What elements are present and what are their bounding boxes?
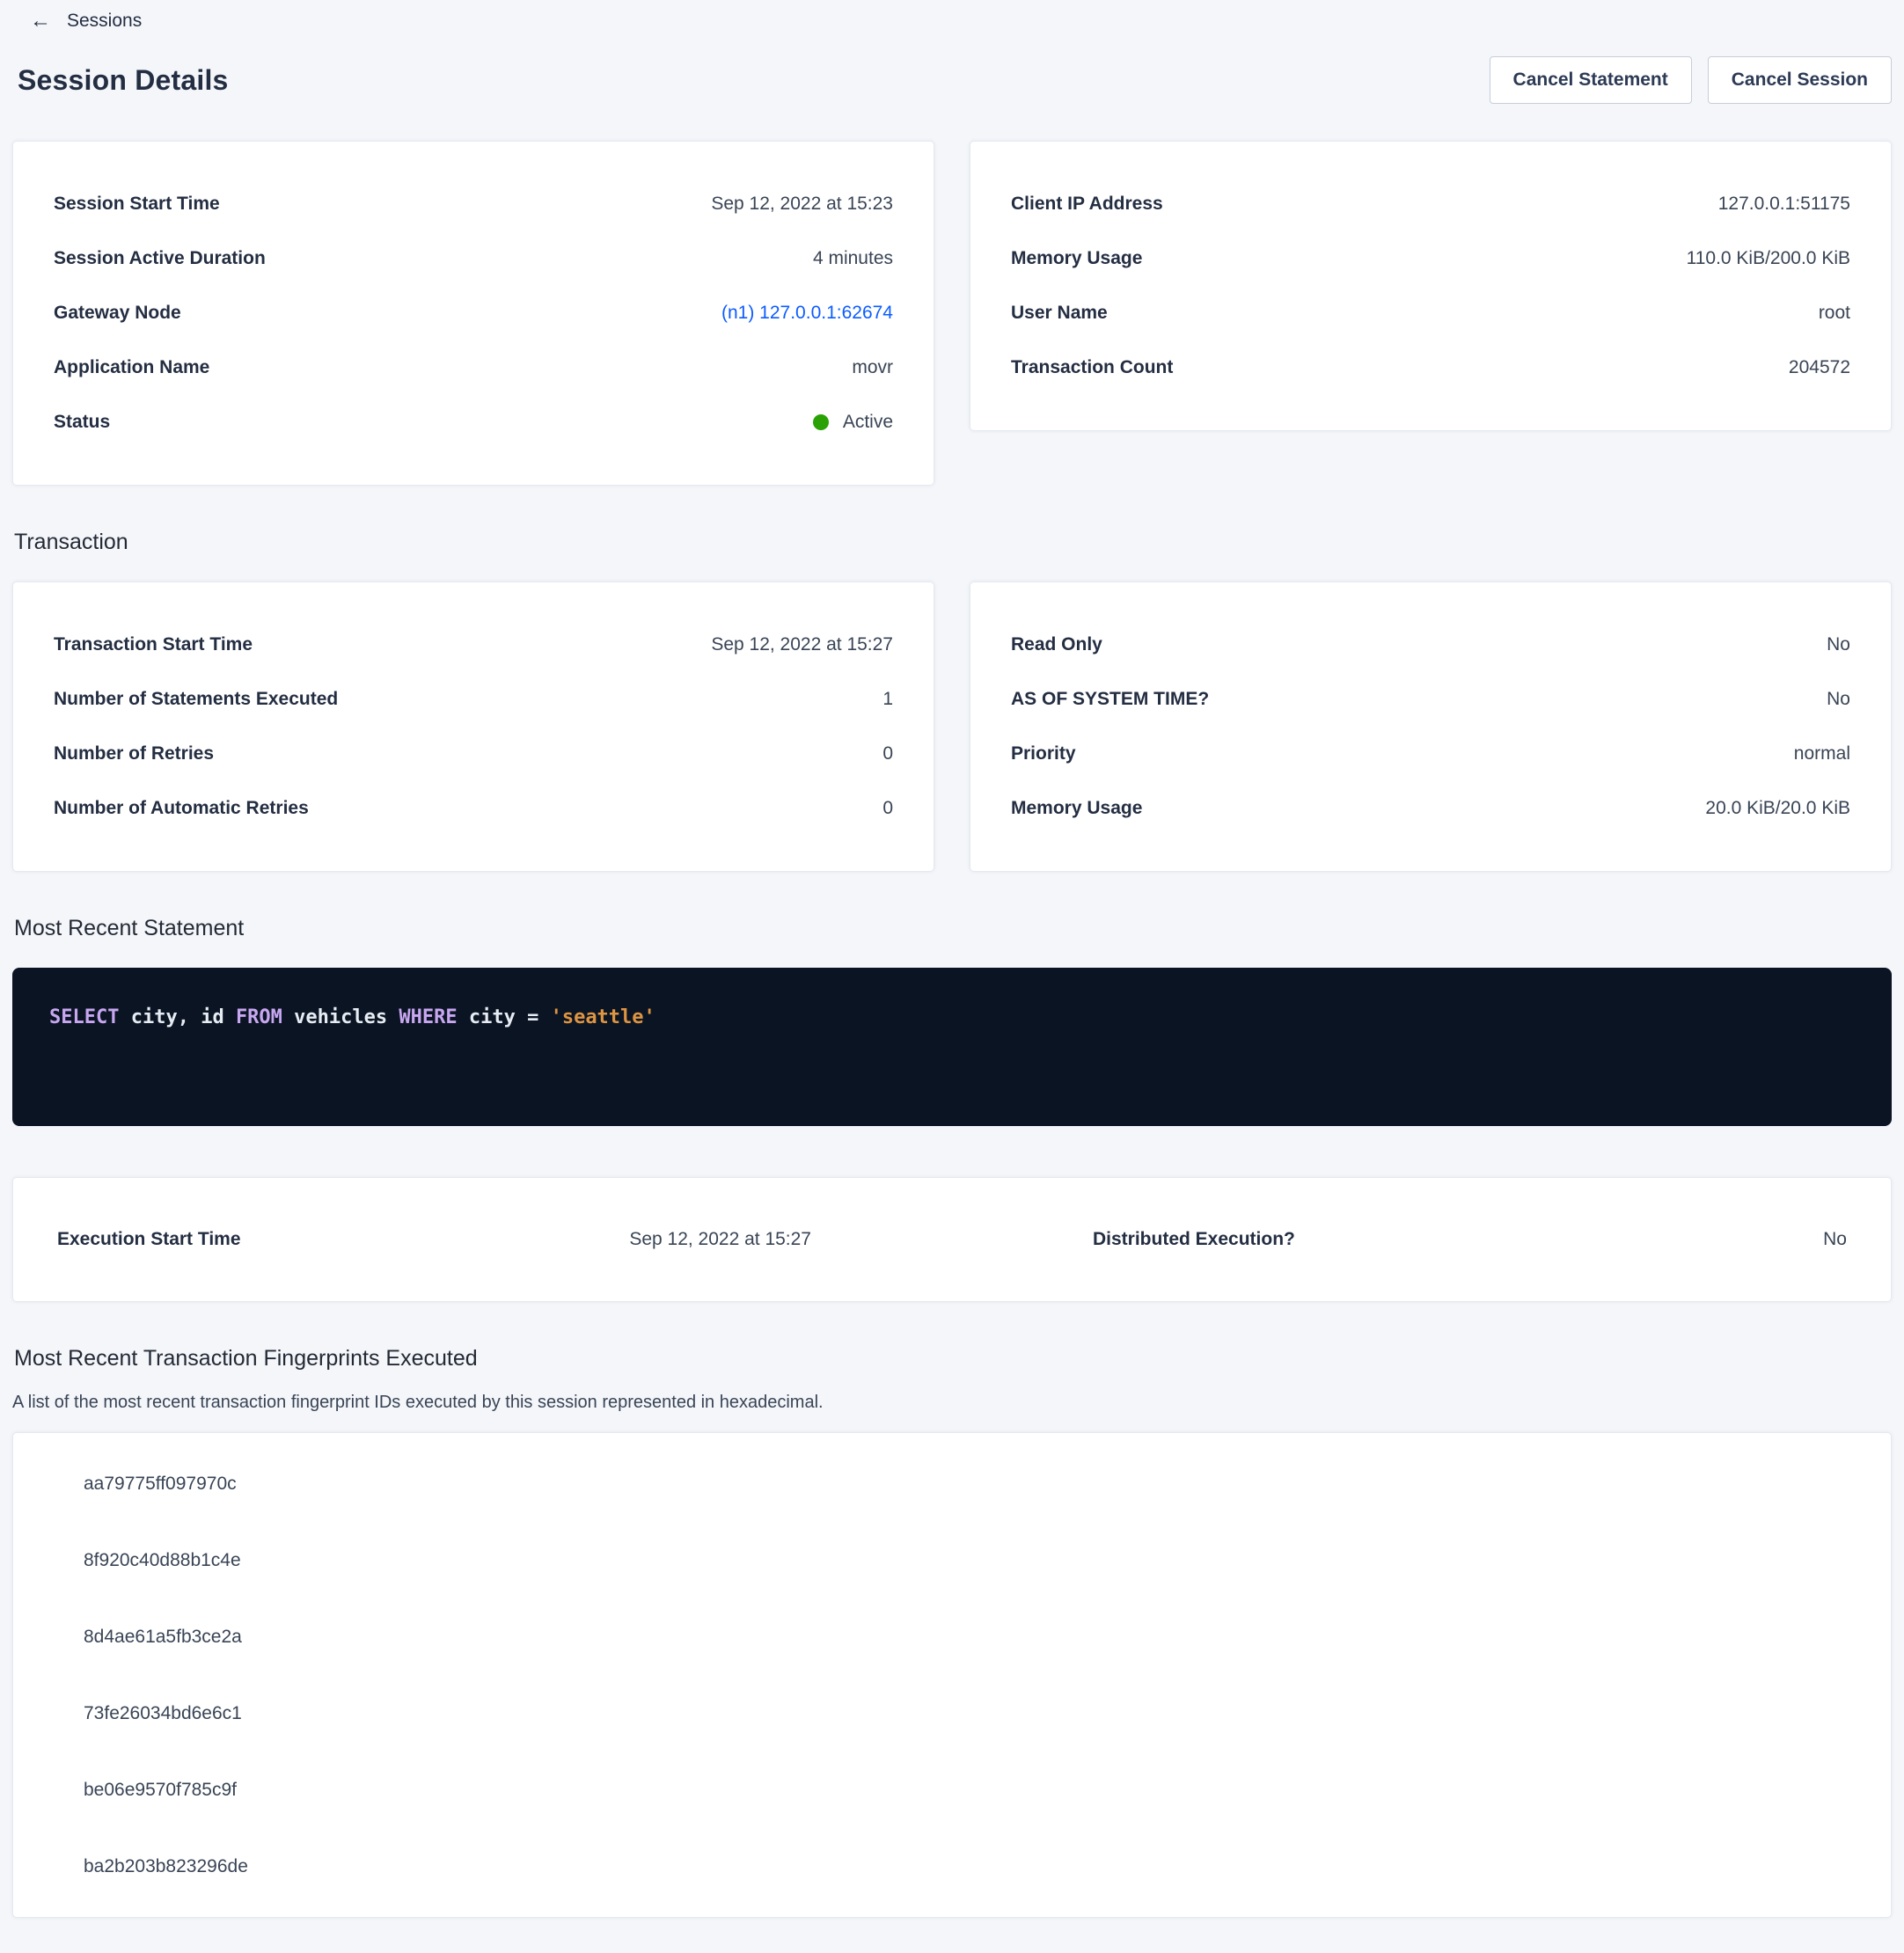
field-row: Transaction Count 204572 bbox=[1011, 340, 1850, 395]
field-label: Status bbox=[54, 412, 110, 433]
field-label: Transaction Count bbox=[1011, 357, 1173, 378]
status-badge: Active bbox=[813, 412, 893, 433]
sql-token: SELECT bbox=[49, 1006, 119, 1028]
fingerprint-list-item: 73fe26034bd6e6c1 bbox=[13, 1675, 1891, 1752]
field-row: Read Only No bbox=[1011, 618, 1850, 672]
fingerprints-description: A list of the most recent transaction fi… bbox=[12, 1393, 1892, 1413]
transaction-cards-row: Transaction Start Time Sep 12, 2022 at 1… bbox=[12, 582, 1892, 872]
sql-statement-text: SELECT city, id FROM vehicles WHERE city… bbox=[49, 1006, 1855, 1028]
execution-start-time-value: Sep 12, 2022 at 15:27 bbox=[629, 1229, 811, 1250]
sql-token: 'seattle' bbox=[551, 1006, 655, 1028]
field-row: Transaction Start Time Sep 12, 2022 at 1… bbox=[54, 618, 893, 672]
transaction-section-heading: Transaction bbox=[14, 530, 1892, 555]
back-arrow-icon: ← bbox=[30, 9, 51, 33]
field-label: Number of Retries bbox=[54, 743, 214, 764]
sql-token: WHERE bbox=[399, 1006, 457, 1028]
field-label: Application Name bbox=[54, 357, 209, 378]
sql-token: FROM bbox=[236, 1006, 282, 1028]
page-header: Session Details Cancel Statement Cancel … bbox=[12, 56, 1892, 104]
header-actions: Cancel Statement Cancel Session bbox=[1490, 56, 1892, 104]
sql-token: vehicles bbox=[282, 1006, 399, 1028]
status-active-dot-icon bbox=[813, 414, 829, 430]
field-row: Number of Automatic Retries 0 bbox=[54, 781, 893, 836]
field-label: Gateway Node bbox=[54, 303, 181, 324]
session-details-page: ← Sessions Session Details Cancel Statem… bbox=[0, 0, 1904, 1953]
priority-value: normal bbox=[1794, 743, 1850, 764]
field-row: Memory Usage 110.0 KiB/200.0 KiB bbox=[1011, 231, 1850, 286]
transaction-memory-usage-value: 20.0 KiB/20.0 KiB bbox=[1705, 798, 1850, 819]
sql-token: city, id bbox=[119, 1006, 235, 1028]
cancel-session-button[interactable]: Cancel Session bbox=[1708, 56, 1892, 104]
field-row: Distributed Execution? No bbox=[1014, 1178, 1847, 1301]
transaction-card-left: Transaction Start Time Sep 12, 2022 at 1… bbox=[12, 582, 934, 872]
session-active-duration-value: 4 minutes bbox=[813, 248, 893, 269]
field-row: Application Name movr bbox=[54, 340, 893, 395]
field-row: AS OF SYSTEM TIME? No bbox=[1011, 672, 1850, 727]
transaction-count-value: 204572 bbox=[1789, 357, 1850, 378]
fingerprint-list-item: ba2b203b823296de bbox=[13, 1828, 1891, 1905]
field-row: Status Active bbox=[54, 395, 893, 450]
fingerprint-list-item: aa79775ff097970c bbox=[13, 1445, 1891, 1522]
status-value: Active bbox=[843, 412, 893, 433]
field-label: Memory Usage bbox=[1011, 798, 1142, 819]
fingerprint-list-item: be06e9570f785c9f bbox=[13, 1752, 1891, 1828]
field-label: Execution Start Time bbox=[57, 1229, 241, 1250]
field-row: Session Start Time Sep 12, 2022 at 15:23 bbox=[54, 177, 893, 231]
field-label: AS OF SYSTEM TIME? bbox=[1011, 689, 1209, 710]
retries-value: 0 bbox=[882, 743, 893, 764]
field-label: Priority bbox=[1011, 743, 1076, 764]
field-row: Execution Start Time Sep 12, 2022 at 15:… bbox=[57, 1178, 890, 1301]
field-label: Session Active Duration bbox=[54, 248, 266, 269]
fingerprint-list-item: 8f920c40d88b1c4e bbox=[13, 1522, 1891, 1598]
field-row: Number of Retries 0 bbox=[54, 727, 893, 781]
field-label: Number of Automatic Retries bbox=[54, 798, 309, 819]
field-row: Session Active Duration 4 minutes bbox=[54, 231, 893, 286]
distributed-execution-value: No bbox=[1823, 1229, 1847, 1250]
field-label: Client IP Address bbox=[1011, 194, 1163, 215]
sql-statement-block: SELECT city, id FROM vehicles WHERE city… bbox=[12, 968, 1892, 1126]
session-summary-card-right: Client IP Address 127.0.0.1:51175 Memory… bbox=[970, 141, 1892, 431]
sql-token: city = bbox=[458, 1006, 551, 1028]
transaction-card-right: Read Only No AS OF SYSTEM TIME? No Prior… bbox=[970, 582, 1892, 872]
automatic-retries-value: 0 bbox=[882, 798, 893, 819]
cancel-statement-button[interactable]: Cancel Statement bbox=[1490, 56, 1692, 104]
gateway-node-link[interactable]: (n1) 127.0.0.1:62674 bbox=[721, 303, 893, 324]
fingerprints-section-heading: Most Recent Transaction Fingerprints Exe… bbox=[14, 1346, 1892, 1371]
read-only-value: No bbox=[1827, 634, 1850, 655]
field-label: Transaction Start Time bbox=[54, 634, 253, 655]
application-name-value: movr bbox=[852, 357, 893, 378]
field-label: Number of Statements Executed bbox=[54, 689, 338, 710]
memory-usage-value: 110.0 KiB/200.0 KiB bbox=[1687, 248, 1850, 269]
field-label: Session Start Time bbox=[54, 194, 220, 215]
fingerprint-list-item: 8d4ae61a5fb3ce2a bbox=[13, 1598, 1891, 1675]
page-title: Session Details bbox=[18, 64, 229, 97]
field-row: Priority normal bbox=[1011, 727, 1850, 781]
field-label: Distributed Execution? bbox=[1093, 1229, 1295, 1250]
field-row: Memory Usage 20.0 KiB/20.0 KiB bbox=[1011, 781, 1850, 836]
field-row: Client IP Address 127.0.0.1:51175 bbox=[1011, 177, 1850, 231]
client-ip-value: 127.0.0.1:51175 bbox=[1718, 194, 1850, 215]
field-label: User Name bbox=[1011, 303, 1108, 324]
statement-section-heading: Most Recent Statement bbox=[14, 916, 1892, 941]
statements-executed-value: 1 bbox=[882, 689, 893, 710]
execution-card: Execution Start Time Sep 12, 2022 at 15:… bbox=[12, 1177, 1892, 1302]
breadcrumb-label: Sessions bbox=[67, 11, 142, 32]
field-row: User Name root bbox=[1011, 286, 1850, 340]
execution-grid: Execution Start Time Sep 12, 2022 at 15:… bbox=[57, 1178, 1847, 1301]
transaction-start-time-value: Sep 12, 2022 at 15:27 bbox=[711, 634, 893, 655]
fingerprints-card: aa79775ff097970c 8f920c40d88b1c4e 8d4ae6… bbox=[12, 1432, 1892, 1918]
breadcrumb-back-sessions[interactable]: ← Sessions bbox=[12, 7, 142, 33]
as-of-system-time-value: No bbox=[1827, 689, 1850, 710]
session-summary-row: Session Start Time Sep 12, 2022 at 15:23… bbox=[12, 141, 1892, 486]
session-start-time-value: Sep 12, 2022 at 15:23 bbox=[711, 194, 893, 215]
field-row: Number of Statements Executed 1 bbox=[54, 672, 893, 727]
user-name-value: root bbox=[1819, 303, 1850, 324]
session-summary-card-left: Session Start Time Sep 12, 2022 at 15:23… bbox=[12, 141, 934, 486]
field-row: Gateway Node (n1) 127.0.0.1:62674 bbox=[54, 286, 893, 340]
field-label: Read Only bbox=[1011, 634, 1102, 655]
field-label: Memory Usage bbox=[1011, 248, 1142, 269]
